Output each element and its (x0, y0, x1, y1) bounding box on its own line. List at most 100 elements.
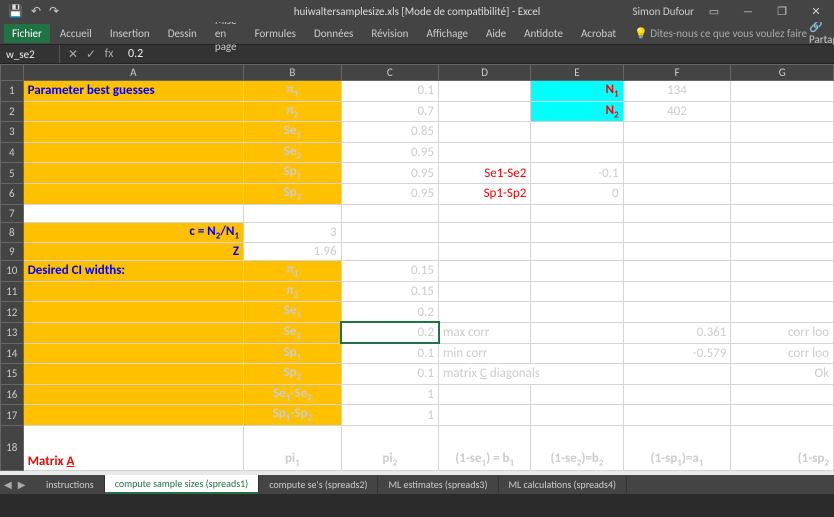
cell-E13[interactable] (531, 322, 623, 343)
tab-acrobat[interactable]: Acrobat (573, 24, 624, 43)
col-header-B[interactable]: B (244, 65, 341, 81)
row-header[interactable]: 3 (1, 122, 24, 143)
cell-E12[interactable] (531, 302, 623, 323)
ribbon-options-icon[interactable]: ▭ (700, 5, 728, 18)
cell-F9[interactable] (623, 243, 731, 261)
cell-F7[interactable] (623, 204, 731, 222)
sheet-tab-instructions[interactable]: instructions (36, 476, 105, 493)
cell-B2[interactable]: π2 (244, 101, 341, 122)
cell-A18[interactable]: Matrix A (23, 425, 244, 470)
cell-C7[interactable] (341, 204, 438, 222)
cell-F11[interactable] (623, 281, 731, 302)
cell-B14[interactable]: Sp1 (244, 343, 341, 364)
sheet-tab-sample-sizes[interactable]: compute sample sizes (spreads1) (105, 475, 260, 494)
sheet-tab-ml-estimates[interactable]: ML estimates (spreads3) (378, 476, 498, 493)
tab-antidote[interactable]: Antidote (516, 24, 571, 43)
cell-G1[interactable] (731, 81, 834, 102)
tab-draw[interactable]: Dessin (160, 24, 205, 43)
cell-C11[interactable]: 0.15 (341, 281, 438, 302)
cell-F15[interactable] (623, 364, 731, 385)
row-header[interactable]: 6 (1, 183, 24, 204)
cell-G3[interactable] (731, 122, 834, 143)
tell-me-input[interactable]: 💡 Dites-nous ce que vous voulez faire (634, 27, 807, 40)
cell-C6[interactable]: 0.95 (341, 183, 438, 204)
cell-F4[interactable] (623, 142, 731, 163)
cell-A14[interactable] (23, 343, 244, 364)
cell-E18[interactable]: (1-se2)=b2 (531, 425, 623, 470)
cell-B6[interactable]: Sp2 (244, 183, 341, 204)
row-header[interactable]: 13 (1, 322, 24, 343)
cell-B8[interactable]: 3 (244, 222, 341, 243)
cell-B10[interactable]: π1 (244, 261, 341, 282)
cell-D5[interactable]: Se1-Se2 (439, 163, 531, 184)
cell-F1[interactable]: 134 (623, 81, 731, 102)
row-header[interactable]: 15 (1, 364, 24, 385)
col-header-D[interactable]: D (439, 65, 531, 81)
cell-D11[interactable] (439, 281, 531, 302)
save-icon[interactable]: 💾 (8, 4, 23, 19)
cell-B12[interactable]: Se1 (244, 302, 341, 323)
cell-G4[interactable] (731, 142, 834, 163)
cell-B4[interactable]: Se2 (244, 142, 341, 163)
cell-D10[interactable] (439, 261, 531, 282)
tab-formulas[interactable]: Formules (247, 24, 304, 43)
row-header[interactable]: 1 (1, 81, 24, 102)
cell-A8[interactable]: c = N2/N1 (23, 222, 244, 243)
cell-A5[interactable] (23, 163, 244, 184)
cell-C4[interactable]: 0.95 (341, 142, 438, 163)
cell-A16[interactable] (23, 384, 244, 405)
formula-bar[interactable]: 0.2 (122, 47, 834, 61)
sheet-tab-ses[interactable]: compute se's (spreads2) (259, 476, 378, 493)
cell-A11[interactable] (23, 281, 244, 302)
sheet-tab-ml-calculations[interactable]: ML calculations (spreads4) (499, 476, 628, 493)
row-header[interactable]: 14 (1, 343, 24, 364)
cell-B1[interactable]: π1 (244, 81, 341, 102)
col-header-A[interactable]: A (23, 65, 244, 81)
cell-A12[interactable] (23, 302, 244, 323)
cell-A9[interactable]: Z (23, 243, 244, 261)
cell-B15[interactable]: Sp2 (244, 364, 341, 385)
cell-D1[interactable] (439, 81, 531, 102)
cell-A6[interactable] (23, 183, 244, 204)
cell-B16[interactable]: Se1-Se2 (244, 384, 341, 405)
cancel-formula-icon[interactable]: ✕ (66, 47, 80, 62)
cell-E7[interactable] (531, 204, 623, 222)
cell-D17[interactable] (439, 405, 531, 426)
cell-D6[interactable]: Sp1-Sp2 (439, 183, 531, 204)
cell-B7[interactable] (244, 204, 341, 222)
cell-C1[interactable]: 0.1 (341, 81, 438, 102)
cell-D9[interactable] (439, 243, 531, 261)
cell-C3[interactable]: 0.85 (341, 122, 438, 143)
cell-A3[interactable] (23, 122, 244, 143)
cell-B13[interactable]: Se2 (244, 322, 341, 343)
cell-E14[interactable] (531, 343, 623, 364)
tab-home[interactable]: Accueil (52, 24, 100, 43)
cell-F10[interactable] (623, 261, 731, 282)
cell-E1[interactable]: N1 (531, 81, 623, 102)
row-header[interactable]: 12 (1, 302, 24, 323)
cell-G5[interactable] (731, 163, 834, 184)
minimize-button[interactable]: — (734, 5, 762, 18)
cell-F13[interactable]: 0.361 (623, 322, 731, 343)
cell-G10[interactable] (731, 261, 834, 282)
cell-F12[interactable] (623, 302, 731, 323)
cell-B5[interactable]: Sp1 (244, 163, 341, 184)
cell-G11[interactable] (731, 281, 834, 302)
row-header[interactable]: 16 (1, 384, 24, 405)
cell-F18[interactable]: (1-sp1)=a1 (623, 425, 731, 470)
cell-C5[interactable]: 0.95 (341, 163, 438, 184)
cell-A4[interactable] (23, 142, 244, 163)
cell-C12[interactable]: 0.2 (341, 302, 438, 323)
share-button[interactable]: 🔗 Partager (809, 20, 834, 46)
row-header[interactable]: 5 (1, 163, 24, 184)
cell-A10[interactable]: Desired CI widths: (23, 261, 244, 282)
cell-C17[interactable]: 1 (341, 405, 438, 426)
cell-C2[interactable]: 0.7 (341, 101, 438, 122)
tab-view[interactable]: Affichage (418, 24, 476, 43)
cell-G16[interactable] (731, 384, 834, 405)
cell-C14[interactable]: 0.1 (341, 343, 438, 364)
cell-C18[interactable]: pi2 (341, 425, 438, 470)
cell-G6[interactable] (731, 183, 834, 204)
cell-C16[interactable]: 1 (341, 384, 438, 405)
cell-F5[interactable] (623, 163, 731, 184)
